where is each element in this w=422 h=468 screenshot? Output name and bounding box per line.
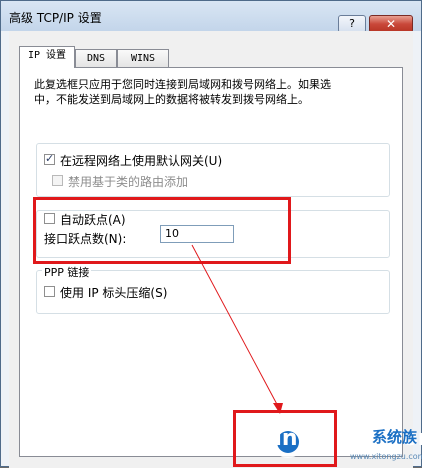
watermark-url: www.xitongzu.com	[350, 452, 422, 461]
watermark: win7 1234.com 系统族 www.xitongzu.com	[246, 420, 422, 467]
annotation-arrow	[191, 244, 283, 414]
watermark-text: win7	[254, 426, 313, 451]
watermark-label: 系统族	[372, 428, 418, 446]
tab-ip-settings[interactable]: IP 设置	[19, 46, 75, 68]
